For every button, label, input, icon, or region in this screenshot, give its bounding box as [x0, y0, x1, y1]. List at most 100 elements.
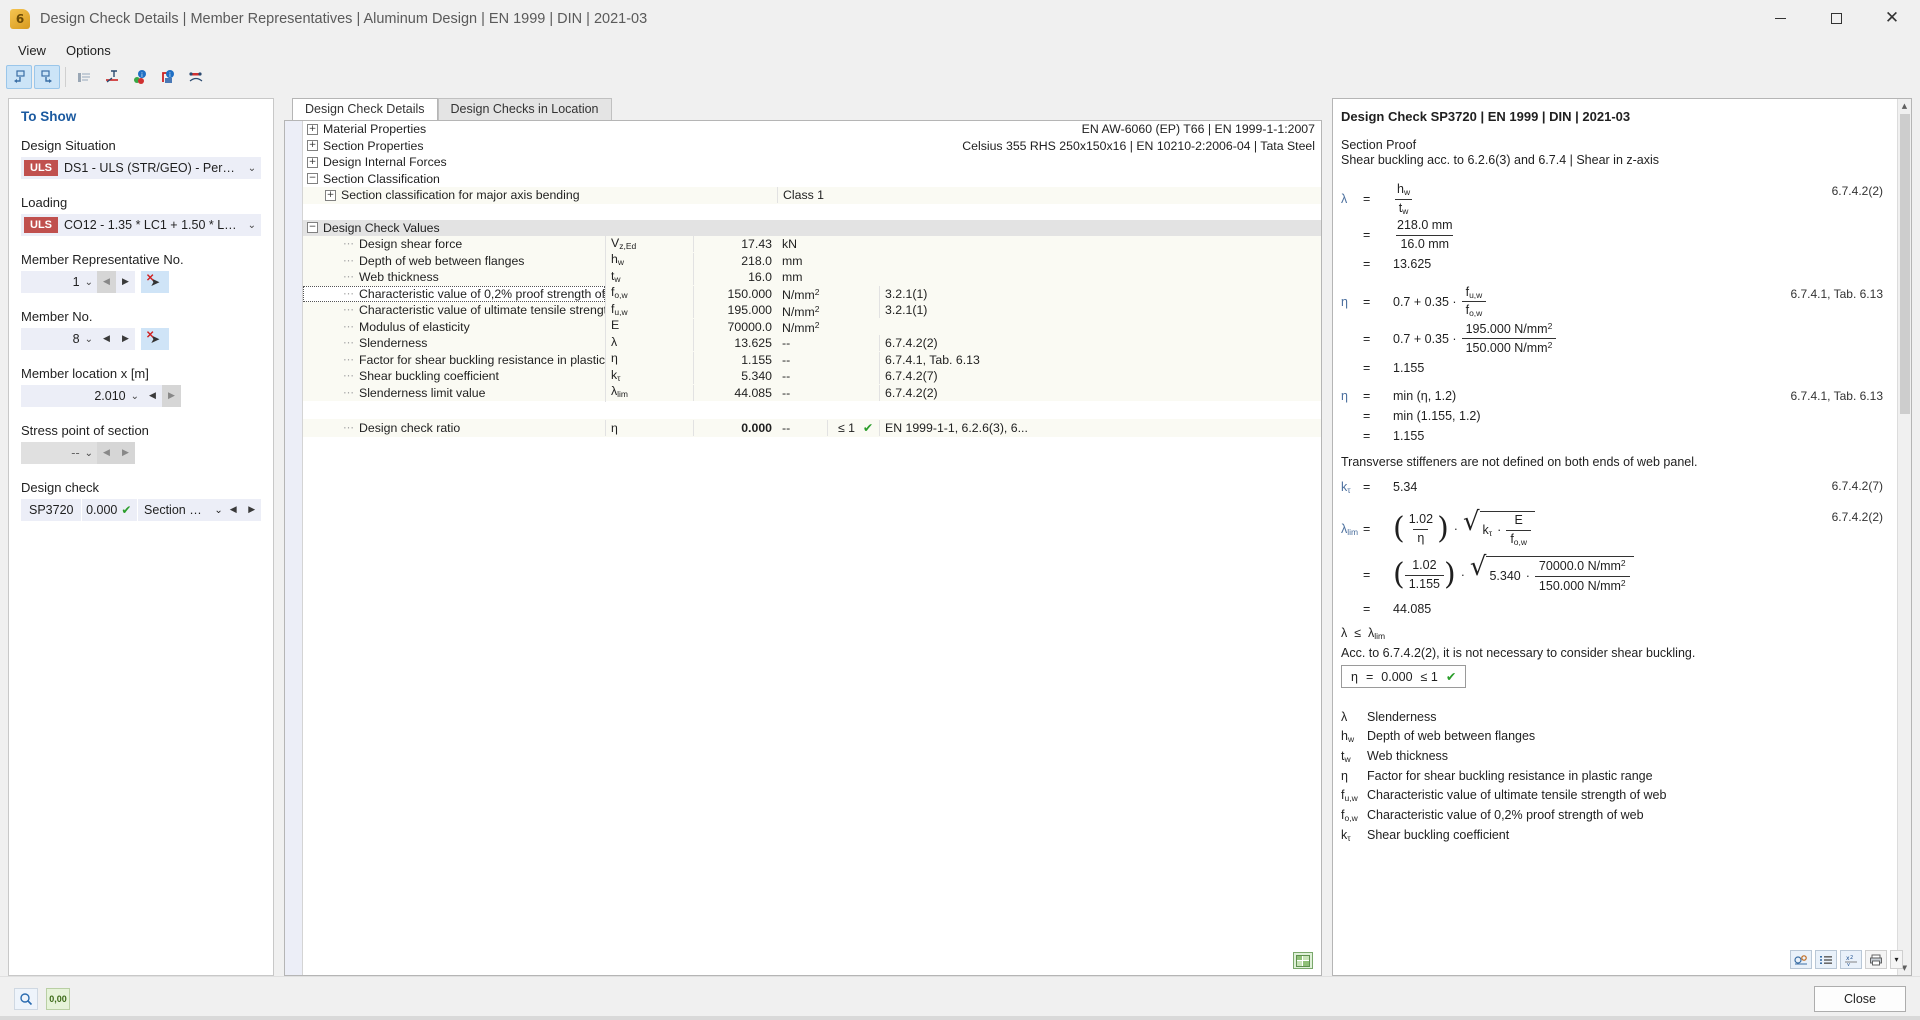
legend-symbol: η: [1341, 769, 1348, 783]
member-representative-pick-button[interactable]: ✕ ➤: [141, 271, 169, 293]
chevron-down-icon[interactable]: ⌄: [213, 505, 224, 516]
table-row[interactable]: ⋯ Shear buckling coefficient kτ 5.340 -- …: [303, 366, 1321, 386]
design-situation-combo[interactable]: ULS DS1 - ULS (STR/GEO) - Permane... ⌄: [21, 157, 261, 179]
expand-icon[interactable]: +: [325, 189, 336, 201]
row-label: Shear buckling coefficient: [359, 369, 499, 384]
row-value: 70000.0: [693, 318, 777, 335]
list-icon[interactable]: [1815, 950, 1837, 969]
tab-design-check-details[interactable]: Design Check Details: [292, 98, 438, 120]
scroll-up-icon[interactable]: ▲: [1902, 99, 1907, 113]
member-representative-value: 1: [72, 275, 80, 289]
row-label: Modulus of elasticity: [359, 319, 470, 334]
print-icon[interactable]: [1865, 950, 1887, 969]
member-location-row: 2.010 ⌄ ◀ ▶: [21, 385, 261, 407]
expand-icon[interactable]: +: [307, 156, 318, 168]
row-label: Design check ratio: [359, 421, 461, 435]
stress-point-prev-button[interactable]: ◀: [97, 442, 116, 464]
expand-icon[interactable]: +: [307, 140, 318, 152]
table-row[interactable]: ⋯ Slenderness λ 13.625 -- 6.7.4.2(2): [303, 333, 1321, 353]
equals-sign: =: [1363, 429, 1371, 443]
menu-item-view[interactable]: View: [8, 40, 56, 61]
member-no-pick-button[interactable]: ✕ ➤: [141, 328, 169, 350]
table-row[interactable]: ⋯ Characteristic value of ultimate tensil…: [303, 300, 1321, 320]
table-icon[interactable]: [71, 65, 97, 89]
equals-sign: =: [1363, 568, 1371, 582]
chevron-down-icon[interactable]: ⌄: [244, 163, 260, 174]
settings-icon[interactable]: [1790, 950, 1812, 969]
member-location-input[interactable]: 2.010 ⌄: [21, 385, 143, 407]
loading-combo[interactable]: ULS CO12 - 1.35 * LC1 + 1.50 * LC2 +... …: [21, 214, 261, 236]
row-symbol: η: [605, 420, 693, 436]
equals-sign: =: [1363, 256, 1371, 271]
chevron-down-icon[interactable]: ⌄: [131, 391, 139, 402]
member-representative-prev-button[interactable]: ◀: [97, 271, 116, 293]
print-dropdown-icon[interactable]: ▾: [1890, 950, 1903, 969]
diagram-icon[interactable]: [183, 65, 209, 89]
member-no-input[interactable]: 8 ⌄: [21, 328, 97, 350]
member-info-icon[interactable]: i: [127, 65, 153, 89]
legend-item: hw Depth of web between flanges: [1341, 729, 1883, 744]
table-row[interactable]: ⋯ Modulus of elasticity E 70000.0 N/mm2: [303, 317, 1321, 337]
design-check-prev-button[interactable]: ◀: [224, 499, 243, 521]
table-row[interactable]: ⋯ Factor for shear buckling resistance in…: [303, 350, 1321, 370]
member-location-prev-button[interactable]: ◀: [143, 385, 162, 407]
design-check-row: SP3720 0.000 ✔ Section Proof | S... ⌄ ◀ …: [21, 499, 261, 521]
member-no-value: 8: [72, 332, 80, 346]
stress-point-input[interactable]: -- ⌄: [21, 442, 97, 464]
member-representative-next-button[interactable]: ▶: [116, 271, 135, 293]
member-no-next-button[interactable]: ▶: [116, 328, 135, 350]
table-row[interactable]: + Material Properties EN AW-6060 (EP) T66…: [303, 121, 1321, 138]
close-window-button[interactable]: ✕: [1864, 0, 1920, 38]
member-no-prev-button[interactable]: ◀: [97, 328, 116, 350]
multiply-operator: ·: [1460, 568, 1465, 582]
chevron-down-icon[interactable]: ⌄: [244, 220, 260, 231]
design-check-next-button[interactable]: ▶: [242, 499, 261, 521]
table-row[interactable]: + Section classification for major axis b…: [303, 187, 1321, 204]
node-info-icon[interactable]: i: [155, 65, 181, 89]
chevron-down-icon[interactable]: ⌄: [85, 334, 93, 345]
member-representative-input[interactable]: 1 ⌄: [21, 271, 97, 293]
expand-icon[interactable]: +: [307, 123, 318, 135]
collapse-icon[interactable]: −: [307, 173, 318, 185]
section-icon[interactable]: [99, 65, 125, 89]
formula-icon[interactable]: x2y: [1840, 950, 1862, 969]
fraction-numerator: 195.000 N/mm2: [1465, 320, 1553, 336]
table-row[interactable]: + Section Properties Celsius 355 RHS 250x…: [303, 137, 1321, 154]
equals-sign: =: [1363, 331, 1371, 346]
table-row[interactable]: − Design Check Values: [303, 219, 1321, 236]
row-value: 150.000: [693, 285, 777, 302]
table-row[interactable]: ⋯ Web thickness tw 16.0 mm: [303, 267, 1321, 287]
table-row[interactable]: + Design Internal Forces: [303, 154, 1321, 171]
document-scrollbar[interactable]: ▲ ▼: [1897, 99, 1911, 975]
table-row-design-check-ratio[interactable]: ⋯ Design check ratio η 0.000 -- ≤ 1 ✔ EN …: [303, 419, 1321, 437]
table-row[interactable]: ⋯ Depth of web between flanges hw 218.0 m…: [303, 251, 1321, 271]
previous-result-icon[interactable]: [6, 65, 32, 89]
close-button[interactable]: Close: [1814, 985, 1906, 1012]
table-row-selected[interactable]: ⋯ Characteristic value of 0,2% proof stre…: [303, 284, 1321, 304]
table-row[interactable]: ⋯ Slenderness limit value λlim 44.085 -- …: [303, 383, 1321, 403]
menu-item-options[interactable]: Options: [56, 40, 121, 61]
stress-point-next-button[interactable]: ▶: [116, 442, 135, 464]
tab-design-checks-in-location[interactable]: Design Checks in Location: [437, 98, 612, 120]
row-value: 195.000: [693, 302, 777, 319]
magnifier-icon[interactable]: [14, 987, 38, 1010]
table-row[interactable]: − Section Classification: [303, 170, 1321, 187]
row-limit: ≤ 1: [827, 420, 857, 436]
member-location-next-button[interactable]: ▶: [162, 385, 181, 407]
export-table-icon[interactable]: [1293, 952, 1313, 969]
document-subtitle-1: Section Proof: [1341, 138, 1417, 152]
equals-sign: =: [1363, 192, 1371, 207]
maximize-button[interactable]: [1808, 0, 1864, 38]
chevron-down-icon[interactable]: ⌄: [85, 277, 93, 288]
formula-reference: 6.7.4.1, Tab. 6.13: [1790, 389, 1883, 403]
design-check-combo[interactable]: SP3720 0.000 ✔ Section Proof | S... ⌄: [21, 499, 224, 521]
row-value: 13.625: [693, 335, 777, 352]
collapse-icon[interactable]: −: [307, 222, 318, 234]
member-representative-group: Member Representative No. 1 ⌄ ◀ ▶ ✕ ➤: [21, 252, 261, 293]
member-location-group: Member location x [m] 2.010 ⌄ ◀ ▶: [21, 366, 261, 407]
decimal-places-icon[interactable]: 0,00: [46, 987, 70, 1010]
minimize-button[interactable]: [1752, 0, 1808, 38]
table-row[interactable]: ⋯ Design shear force Vz,Ed 17.43 kN: [303, 234, 1321, 254]
next-result-icon[interactable]: [34, 65, 60, 89]
chevron-down-icon[interactable]: ⌄: [85, 448, 93, 459]
